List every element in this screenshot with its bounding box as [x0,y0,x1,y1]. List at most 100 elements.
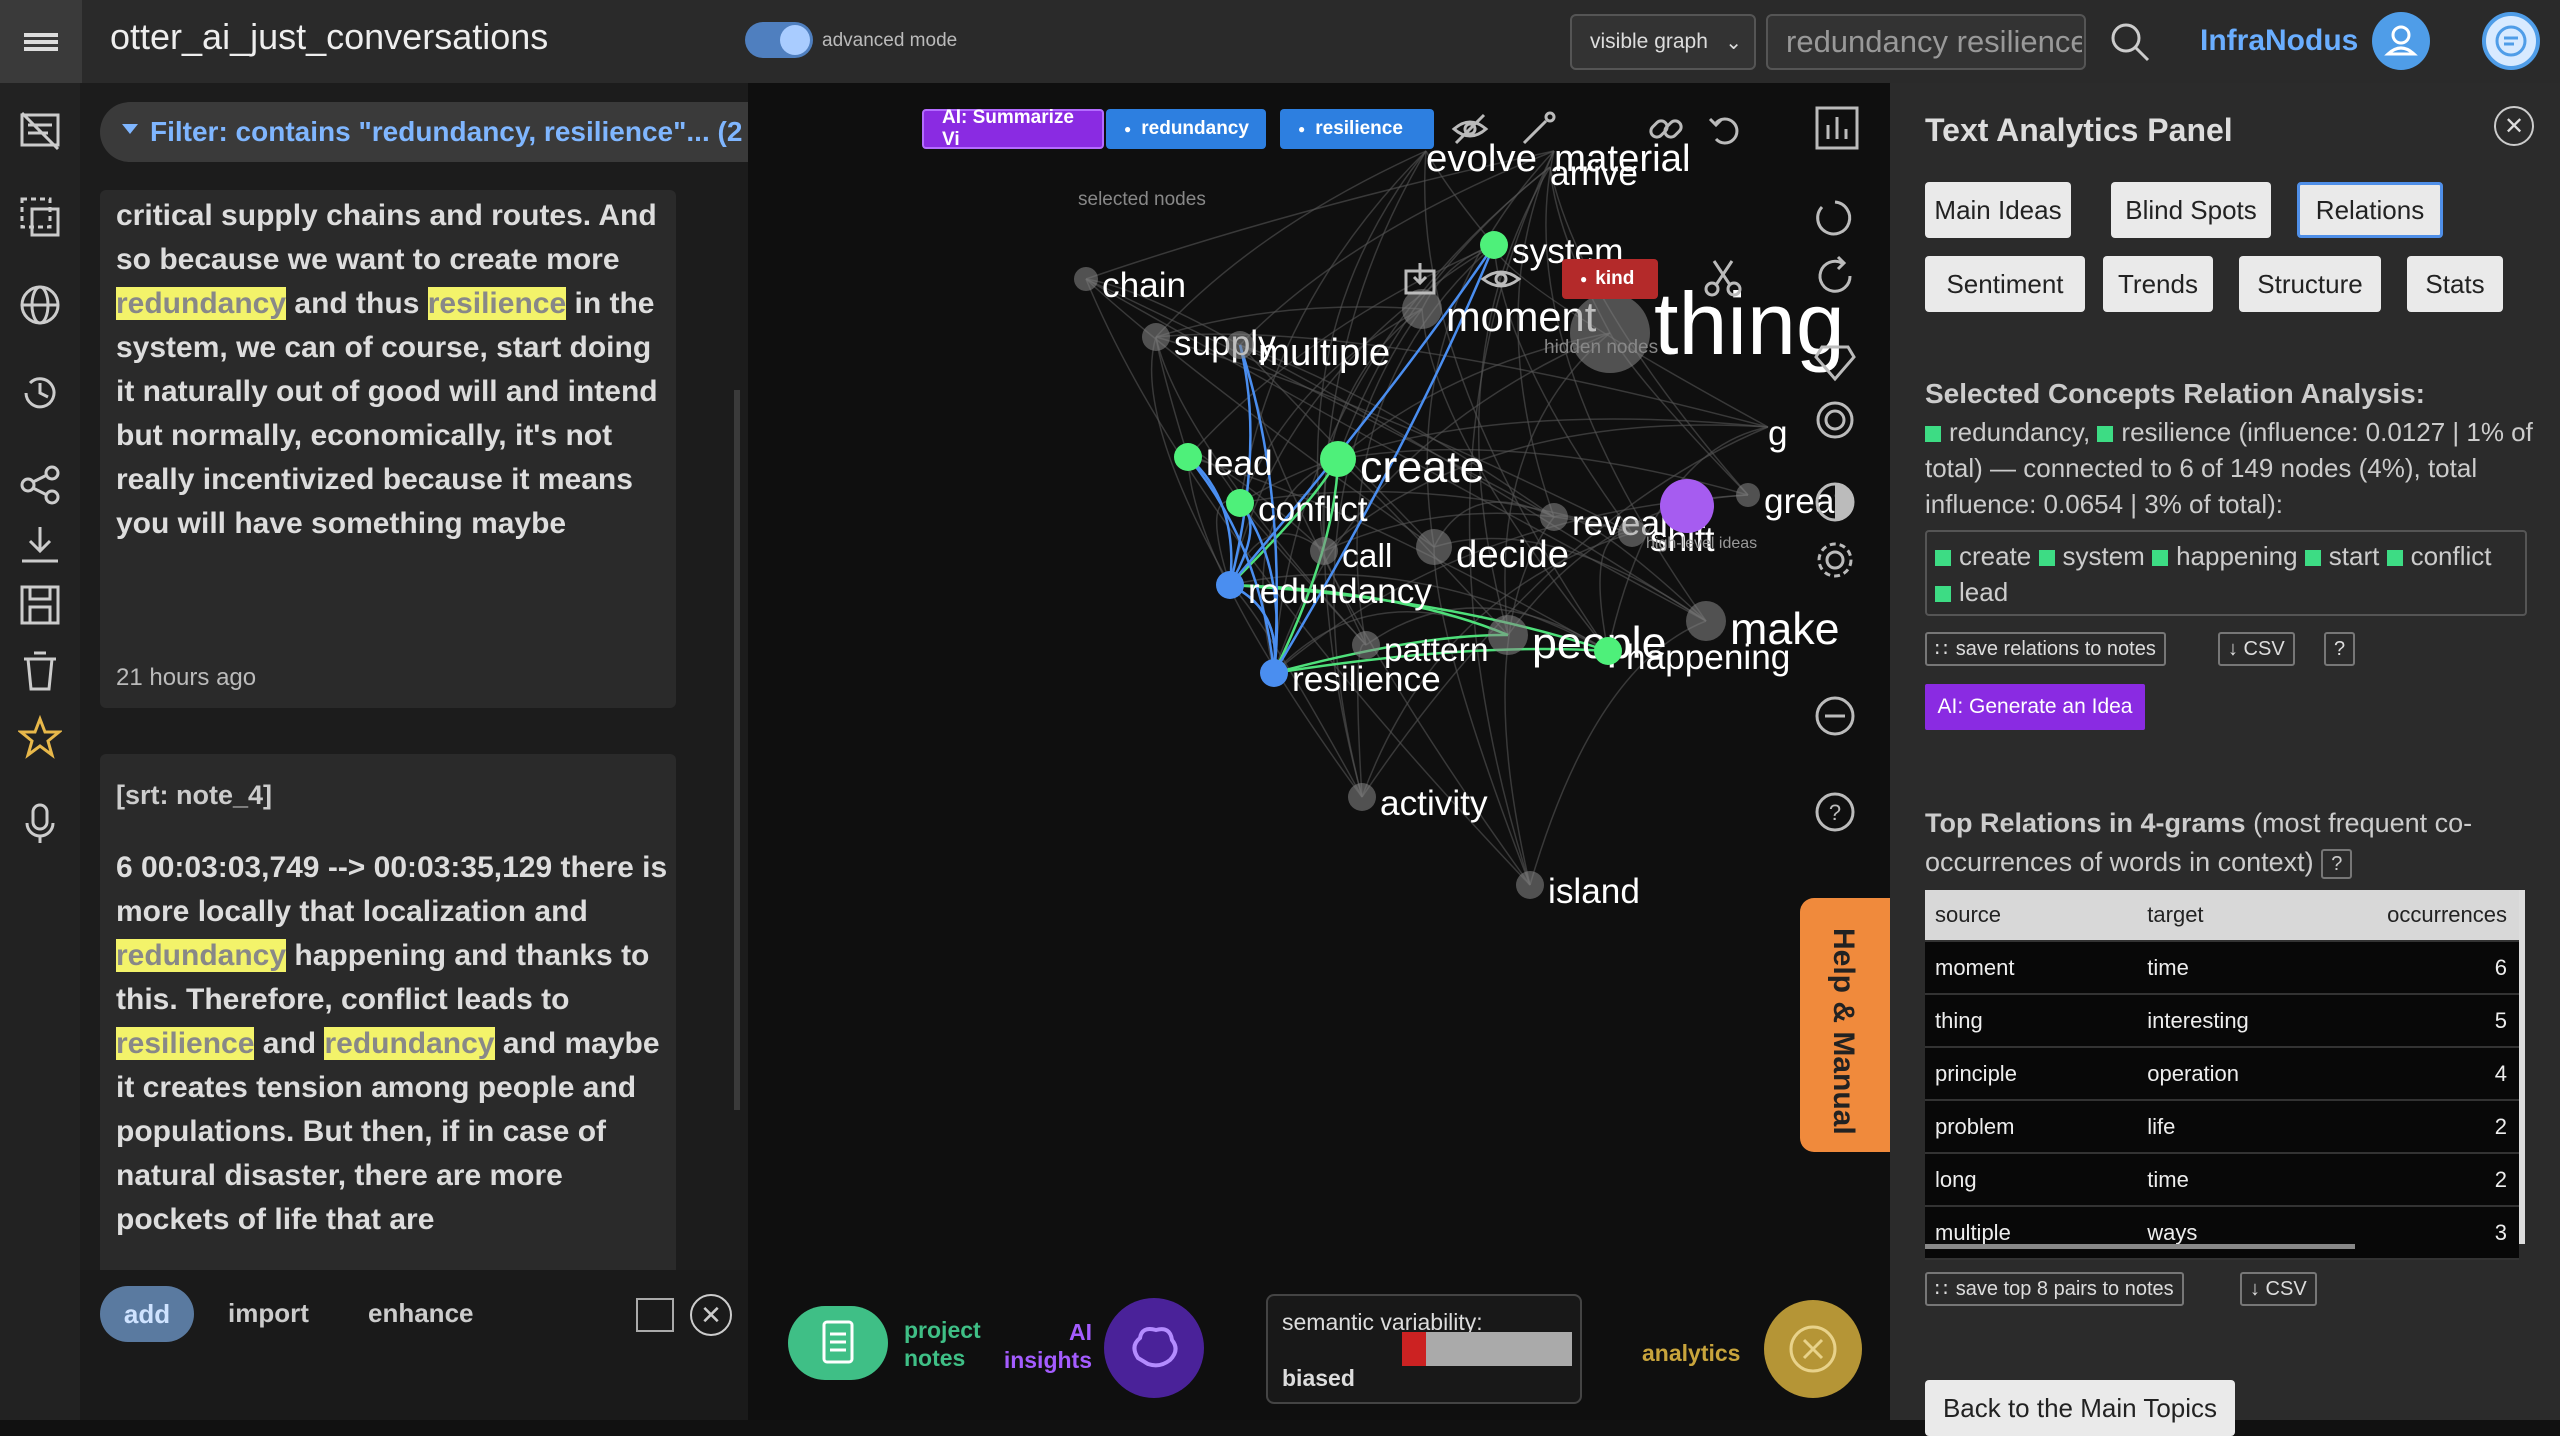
node-label-island[interactable]: island [1548,872,1640,912]
square-icon[interactable] [636,1298,674,1332]
brand-logo[interactable]: InfraNodus [2200,24,2358,58]
project-notes-button[interactable] [788,1306,888,1380]
refresh-icon[interactable] [1812,253,1858,299]
import-button[interactable]: import [228,1298,309,1329]
node-decide[interactable] [1416,529,1452,565]
node-label-lead[interactable]: lead [1206,444,1273,484]
import-icon[interactable] [1402,261,1438,297]
node-label-decide[interactable]: decide [1456,533,1569,577]
highlighted-term[interactable]: resilience [427,287,567,320]
globe-icon[interactable] [18,283,62,327]
back-to-main-topics-button[interactable]: Back to the Main Topics [1925,1380,2235,1436]
ai-insights-button[interactable] [1104,1298,1204,1398]
highlighted-term[interactable]: redundancy [324,1027,495,1060]
chat-icon[interactable] [2482,12,2540,70]
node-label-activity[interactable]: activity [1380,784,1488,824]
node-label-chain[interactable]: chain [1102,266,1186,306]
download-icon[interactable] [18,523,62,567]
note-card[interactable]: critical supply chains and routes. And s… [100,190,676,708]
search-input[interactable] [1766,14,2086,70]
ai-summarize-button[interactable]: AI: Summarize Vi [922,107,1104,150]
save-pairs-button[interactable]: ∷ save top 8 pairs to notes [1925,1272,2184,1306]
analytics-close-button[interactable] [1764,1300,1862,1398]
selected-tag-redundancy[interactable]: ● redundancy [1106,109,1266,149]
search-icon[interactable] [2108,20,2152,64]
connected-concept[interactable]: happening [2176,541,2305,571]
tab-sentiment[interactable]: Sentiment [1925,256,2085,312]
question-icon[interactable]: ? [1812,789,1858,835]
node-resilience[interactable] [1260,659,1288,687]
analytics-label[interactable]: analytics [1642,1340,1740,1367]
add-button[interactable]: add [100,1286,194,1342]
table-row[interactable]: problem life 2 [1925,1101,2519,1154]
close-panel-icon[interactable]: ✕ [2494,106,2534,146]
trash-icon[interactable] [18,649,62,693]
node-people[interactable] [1488,615,1528,655]
table-scrollbar[interactable] [2519,890,2525,1244]
node-lead[interactable] [1174,443,1202,471]
node-great[interactable] [1736,483,1760,507]
table-row[interactable]: thing interesting 5 [1925,995,2519,1048]
tab-structure[interactable]: Structure [2239,256,2381,312]
settings-icon[interactable] [1812,537,1858,583]
save-relations-button[interactable]: ∷ save relations to notes [1925,632,2166,666]
node-conflict[interactable] [1226,489,1254,517]
table-row[interactable]: principle operation 4 [1925,1048,2519,1101]
connected-concept[interactable]: conflict [2411,541,2492,571]
node-make[interactable] [1686,601,1726,641]
notes-scrollbar[interactable] [734,390,740,1110]
table-row[interactable]: multiple ways 3 [1925,1207,2519,1260]
eye-icon[interactable] [1480,263,1522,295]
connected-concept[interactable]: lead [1959,577,2008,607]
visible-graph-select[interactable]: visible graph ⌄ [1570,14,1756,70]
node-reveal[interactable] [1540,503,1568,531]
minus-icon[interactable] [1812,693,1858,739]
node-label-conflict[interactable]: conflict [1258,490,1368,530]
highlighted-term[interactable]: redundancy [116,287,287,320]
table-row[interactable]: moment time 6 [1925,942,2519,995]
user-icon[interactable] [2372,12,2430,70]
help-manual-tab[interactable]: Help & Manual [1800,898,1890,1152]
node-system[interactable] [1480,231,1508,259]
node-shift[interactable] [1618,519,1646,547]
csv-relations-button[interactable]: ↓ CSV [2218,632,2295,666]
project-notes-label[interactable]: project notes [904,1316,990,1372]
table-row[interactable]: long time 2 [1925,1154,2519,1207]
node-label-create[interactable]: create [1360,442,1485,493]
chart-icon[interactable] [1814,105,1860,151]
undo-icon[interactable] [1706,109,1746,149]
tab-main-ideas[interactable]: Main Ideas [1925,182,2071,238]
contrast-icon[interactable] [1812,479,1858,525]
column-header[interactable]: target [2147,902,2359,928]
node-multiple[interactable] [1226,331,1254,359]
advanced-mode-toggle[interactable] [745,22,813,58]
node-happening[interactable] [1594,637,1622,665]
star-icon[interactable] [18,715,62,759]
notes-off-icon[interactable] [18,109,62,153]
selected-tag-resilience[interactable]: ● resilience [1280,109,1434,149]
ai-generate-idea-button[interactable]: AI: Generate an Idea [1925,684,2145,730]
node-pattern[interactable] [1352,631,1380,659]
microphone-icon[interactable] [18,801,62,845]
share-icon[interactable] [18,463,62,507]
eye-off-icon[interactable] [1450,109,1490,149]
node-label-call[interactable]: call [1342,538,1392,576]
menu-icon[interactable] [0,0,82,83]
node-chain[interactable] [1074,267,1098,291]
node-label-make[interactable]: make [1730,604,1840,655]
node-island[interactable] [1516,871,1544,899]
tab-stats[interactable]: Stats [2407,256,2503,312]
context-title[interactable]: otter_ai_just_conversations [110,16,548,58]
highlighted-term[interactable]: resilience [116,1027,255,1060]
node-thing[interactable] [1570,293,1650,373]
graph-canvas[interactable]: material evolve arrive system chain moment thi… [748,83,1890,1420]
close-editor-icon[interactable]: ✕ [690,1294,732,1336]
node-call[interactable] [1310,537,1338,565]
history-icon[interactable] [18,371,62,415]
connected-concept[interactable]: create [1959,541,2039,571]
node-label-multiple[interactable]: multiple [1258,331,1390,375]
save-icon[interactable] [18,583,62,627]
semantic-variability-box[interactable]: semantic variability: biased [1266,1294,1582,1404]
node-label-resilience[interactable]: resilience [1292,660,1441,700]
csv-pairs-button[interactable]: ↓ CSV [2240,1272,2317,1306]
